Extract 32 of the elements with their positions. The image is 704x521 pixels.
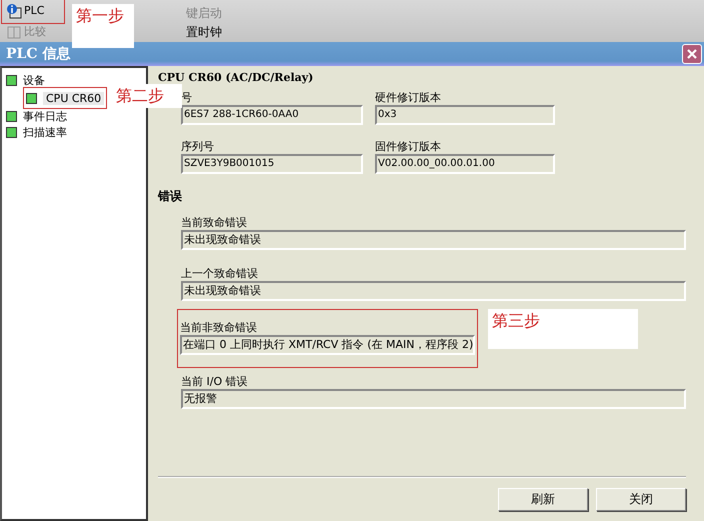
- annotation-label: 第三步: [488, 309, 638, 349]
- value-field: 无报警: [181, 389, 686, 409]
- section-heading: 错误: [158, 188, 183, 205]
- device-heading: CPU CR60 (AC/DC/Relay): [158, 71, 314, 84]
- info-icon: [6, 2, 22, 18]
- field-label: 当前致命错误: [181, 215, 248, 230]
- tree-item[interactable]: 设备: [6, 72, 45, 88]
- toolbar-button[interactable]: 置时钟: [186, 23, 266, 42]
- toolbar-button[interactable]: PLC: [4, 0, 62, 21]
- compare-icon: [6, 24, 22, 40]
- field-label: 当前 I/O 错误: [181, 374, 249, 389]
- dialog-button[interactable]: 关闭: [596, 488, 686, 511]
- annotation-label: 第一步: [72, 4, 134, 48]
- value-field: 未出现致命错误: [181, 281, 686, 301]
- value-field: 未出现致命错误: [181, 230, 686, 250]
- value-field: 在端口 0 上同时执行 XMT/RCV 指令 (在 MAIN，程序段 2): [180, 335, 475, 355]
- value-field: 6ES7 288-1CR60-0AA0: [181, 105, 363, 125]
- value-field: 0x3: [375, 105, 555, 125]
- value-field: V02.00.00_00.00.01.00: [375, 154, 555, 174]
- field-label: 固件修订版本: [375, 139, 442, 154]
- field-label: 当前非致命错误: [180, 320, 258, 335]
- close-button[interactable]: [682, 44, 702, 64]
- tree-item[interactable]: 事件日志: [6, 108, 67, 124]
- value-field: SZVE3Y9B001015: [181, 154, 363, 174]
- tree-item[interactable]: 扫描速率: [6, 124, 67, 140]
- field-label: 号: [181, 90, 193, 105]
- field-label: 上一个致命错误: [181, 266, 259, 281]
- field-label: 硬件修订版本: [375, 90, 442, 105]
- dialog-button[interactable]: 刷新: [498, 488, 588, 511]
- window-title: PLC 信息: [6, 45, 70, 63]
- close-icon: [686, 48, 698, 60]
- field-label: 序列号: [181, 139, 215, 154]
